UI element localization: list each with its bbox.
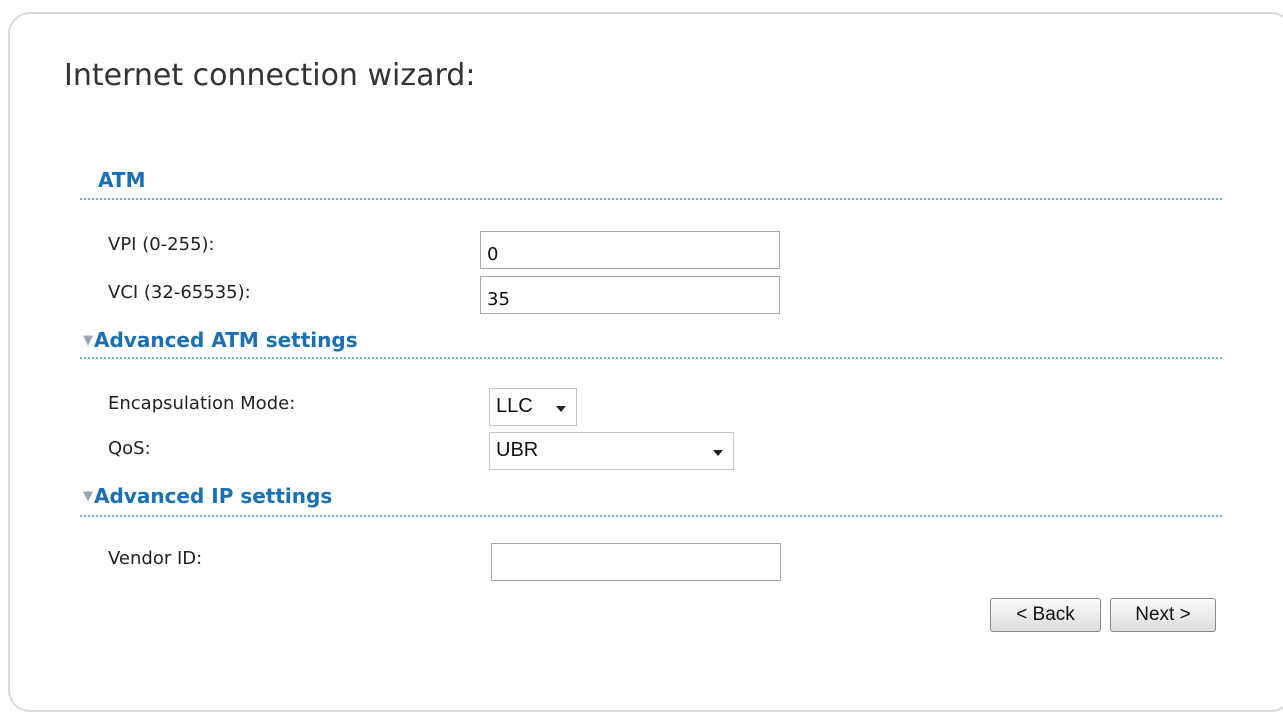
vci-label: VCI (32-65535): [108,282,251,303]
chevron-down-icon [713,450,723,456]
next-button[interactable]: Next > [1110,598,1216,632]
section-divider-advanced-atm [80,357,1222,359]
vci-input[interactable] [480,276,780,314]
qos-value: UBR [496,439,539,461]
qos-label: QoS: [108,438,151,459]
triangle-down-icon: ▼ [83,489,93,504]
section-title-atm-label: ATM [98,168,146,192]
vpi-input[interactable] [480,231,780,269]
section-title-atm: ATM [98,168,145,192]
encapsulation-mode-select[interactable]: LLC [489,388,577,426]
triangle-down-icon: ▼ [83,333,93,348]
page-title: Internet connection wizard: [64,58,476,93]
back-button[interactable]: < Back [990,598,1101,632]
advanced-ip-settings-toggle[interactable]: ▼Advanced IP settings [83,484,332,508]
encapsulation-mode-value: LLC [496,395,533,417]
chevron-down-icon [556,406,566,412]
encapsulation-mode-label: Encapsulation Mode: [108,393,296,414]
qos-select[interactable]: UBR [489,432,734,470]
vendor-id-input[interactable] [491,543,781,581]
advanced-atm-settings-label: Advanced ATM settings [94,328,358,352]
advanced-atm-settings-toggle[interactable]: ▼Advanced ATM settings [83,328,358,352]
advanced-ip-settings-label: Advanced IP settings [94,484,333,508]
section-divider-atm [80,198,1222,200]
vendor-id-label: Vendor ID: [108,548,203,569]
section-divider-advanced-ip [80,515,1222,517]
vpi-label: VPI (0-255): [108,234,215,255]
